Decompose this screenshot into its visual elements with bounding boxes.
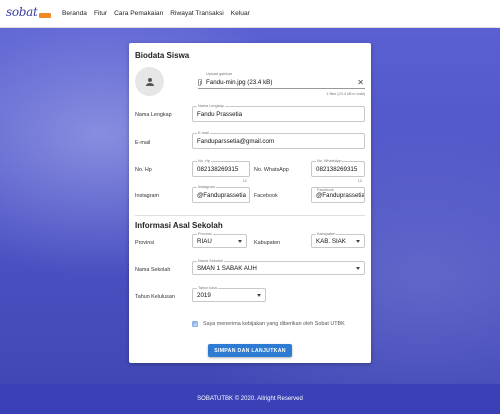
chevron-down-icon bbox=[238, 240, 242, 243]
upload-hint: 1 files (23.4 kB in total) bbox=[326, 92, 365, 96]
instagram-field-label: Instagram bbox=[197, 185, 216, 190]
provinsi-field-label: Provinsi bbox=[197, 232, 213, 237]
upload-value: Fandu-min.jpg (23.4 kB) bbox=[206, 79, 273, 86]
nav-link-keluar[interactable]: Keluar bbox=[231, 10, 250, 17]
no-whatsapp-counter: 12 bbox=[357, 179, 362, 183]
biodata-form-card: Biodata Siswa Upload gambar Fandu-min.jp… bbox=[129, 43, 371, 363]
section-title-sekolah: Informasi Asal Sekolah bbox=[135, 221, 223, 230]
logo-badge bbox=[39, 12, 51, 18]
chevron-down-icon bbox=[257, 294, 261, 297]
check-icon bbox=[193, 322, 197, 326]
submit-button[interactable]: SIMPAN DAN LANJUTKAN bbox=[208, 344, 292, 357]
nama-lengkap-value: Fandu Prassetia bbox=[197, 111, 243, 118]
no-whatsapp-value: 082138269315 bbox=[316, 166, 358, 173]
section-divider bbox=[135, 215, 365, 216]
label-facebook: Facebook bbox=[254, 193, 278, 199]
section-title-biodata: Biodata Siswa bbox=[135, 51, 190, 60]
logo[interactable]: sobat bbox=[6, 4, 52, 24]
label-email: E-mail bbox=[135, 140, 151, 146]
email-value: Fanduparssetia@gmail.com bbox=[197, 138, 275, 145]
nav-link-beranda[interactable]: Beranda bbox=[62, 10, 87, 17]
email-input[interactable]: E-mail Fanduparssetia@gmail.com bbox=[192, 131, 365, 149]
agreement-checkbox[interactable] bbox=[192, 321, 198, 327]
label-nama-lengkap: Nama Lengkap bbox=[135, 112, 172, 118]
chevron-down-icon bbox=[356, 267, 360, 270]
no-hp-field-label: No. Hp bbox=[197, 159, 211, 164]
nav-link-fitur[interactable]: Fitur bbox=[94, 10, 107, 17]
chevron-down-icon bbox=[356, 240, 360, 243]
footer: SOBATUTBK © 2020. Allright Reserved bbox=[0, 384, 500, 414]
kabupaten-select[interactable]: Kabupaten KAB. SIAK bbox=[311, 232, 365, 248]
nama-lengkap-field-label: Nama Lengkap bbox=[197, 104, 225, 109]
tahun-kelulusan-value: 2019 bbox=[197, 292, 211, 299]
agreement-label: Saya menerima kebijakan yang diberikan o… bbox=[203, 321, 345, 327]
no-hp-input[interactable]: No. Hp 082138269315 12 bbox=[192, 159, 250, 183]
tahun-kelulusan-select[interactable]: Tahun lulus 2019 bbox=[192, 286, 266, 302]
upload-field[interactable]: Upload gambar Fandu-min.jpg (23.4 kB) ✕ bbox=[198, 72, 365, 89]
paperclip-icon bbox=[198, 79, 202, 86]
instagram-value: @Fanduprassetia bbox=[197, 192, 246, 199]
no-whatsapp-field-label: No. WhatsApp bbox=[316, 159, 343, 164]
upload-label: Upload gambar bbox=[206, 72, 232, 76]
label-kabupaten: Kabupaten bbox=[254, 240, 281, 246]
close-icon[interactable]: ✕ bbox=[357, 78, 364, 87]
nav-links: Beranda Fitur Cara Pemakaian Riwayat Tra… bbox=[62, 10, 250, 17]
person-icon bbox=[145, 77, 154, 86]
provinsi-value: RIAU bbox=[197, 238, 212, 245]
facebook-value: @Fanduprassetia bbox=[316, 192, 365, 199]
kabupaten-value: KAB. SIAK bbox=[316, 238, 346, 245]
tahun-kelulusan-field-label: Tahun lulus bbox=[197, 286, 219, 291]
nama-sekolah-value: SMAN 1 SABAK AUH bbox=[197, 265, 257, 272]
no-whatsapp-input[interactable]: No. WhatsApp 082138269315 12 bbox=[311, 159, 365, 183]
label-provinsi: Provinsi bbox=[135, 240, 155, 246]
provinsi-select[interactable]: Provinsi RIAU bbox=[192, 232, 247, 248]
logo-text: sobat bbox=[6, 4, 38, 19]
nav-link-riwayat-transaksi[interactable]: Riwayat Transaksi bbox=[170, 10, 224, 17]
avatar[interactable] bbox=[135, 67, 164, 96]
nama-lengkap-input[interactable]: Nama Lengkap Fandu Prassetia bbox=[192, 104, 365, 122]
nav-link-cara-pemakaian[interactable]: Cara Pemakaian bbox=[114, 10, 163, 17]
nama-sekolah-field-label: Nama Sekolah bbox=[197, 259, 224, 264]
facebook-input[interactable]: Facebook @Fanduprassetia bbox=[311, 187, 365, 203]
navbar: sobat Beranda Fitur Cara Pemakaian Riway… bbox=[0, 0, 500, 28]
instagram-input[interactable]: Instagram @Fanduprassetia bbox=[192, 185, 250, 203]
kabupaten-field-label: Kabupaten bbox=[316, 232, 337, 237]
label-no-hp: No. Hp bbox=[135, 167, 152, 173]
label-tahun-kelulusan: Tahun Kelulusan bbox=[135, 294, 175, 300]
no-hp-counter: 12 bbox=[242, 179, 247, 183]
label-no-whatsapp: No. WhatsApp bbox=[254, 167, 289, 173]
email-field-label: E-mail bbox=[197, 131, 210, 136]
label-nama-sekolah: Nama Sekolah bbox=[135, 267, 171, 273]
nama-sekolah-select[interactable]: Nama Sekolah SMAN 1 SABAK AUH bbox=[192, 259, 365, 275]
label-instagram: Instagram bbox=[135, 193, 159, 199]
no-hp-value: 082138269315 bbox=[197, 166, 239, 173]
footer-text: SOBATUTBK © 2020. Allright Reserved bbox=[197, 396, 303, 402]
